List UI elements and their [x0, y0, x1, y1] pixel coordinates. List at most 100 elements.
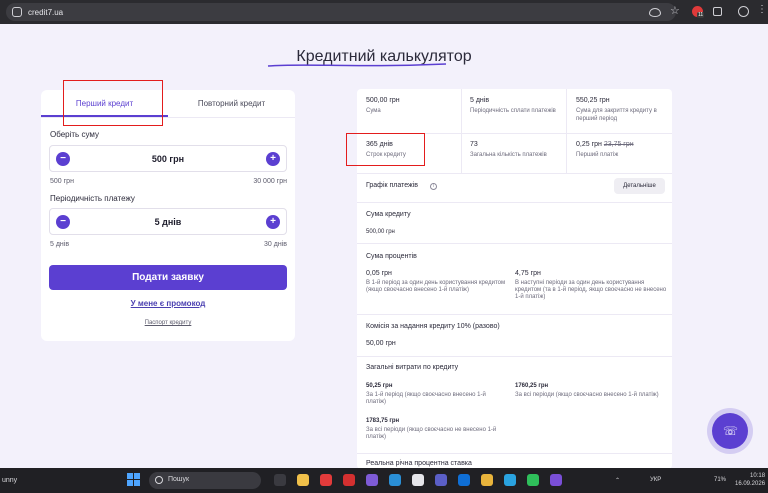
- highlight-box: [63, 80, 163, 126]
- interest-title: Сума процентів: [366, 253, 417, 260]
- clock-date: 16.09.2026: [735, 481, 766, 487]
- amount-value: 500 грн: [151, 154, 185, 164]
- eye-off-icon[interactable]: [649, 8, 661, 17]
- summary-cell-amount: 500,00 грн Сума: [366, 97, 458, 115]
- keyboard-language[interactable]: УКР: [650, 477, 661, 483]
- total-n3: За всі періоди (якщо своєчасно не внесен…: [366, 427, 497, 440]
- phone-icon: ☏: [723, 424, 739, 438]
- interest-first-value: 0,05 грн: [366, 270, 392, 277]
- credit-amount-title: Сума кредиту: [366, 211, 411, 218]
- profile-icon[interactable]: [738, 6, 749, 17]
- url-text: credit7.ua: [28, 7, 64, 17]
- summary-cell-closing-amount: 550,25 грн Сума для закриття кредиту в п…: [576, 97, 669, 123]
- section-divider: [357, 453, 672, 454]
- summary-label: Сума для закриття кредиту в перший періо…: [576, 108, 657, 122]
- apr-title: Реальна річна процентна ставка: [366, 460, 472, 467]
- amount-increase-button[interactable]: +: [266, 152, 280, 166]
- chrome-icon[interactable]: [481, 474, 493, 486]
- summary-value: 500,00 грн: [366, 97, 400, 104]
- period-max: 30 днів: [264, 241, 287, 248]
- submit-application-button[interactable]: Подати заявку: [49, 265, 287, 290]
- search-placeholder: Пошук: [168, 476, 190, 483]
- summary-cell-payments-count: 73 Загальна кількість платежів: [470, 141, 562, 159]
- amount-min: 500 грн: [50, 178, 74, 185]
- telegram-icon[interactable]: [504, 474, 516, 486]
- teams-icon[interactable]: [435, 474, 447, 486]
- star-icon[interactable]: ☆: [670, 4, 682, 17]
- section-divider: [357, 202, 672, 203]
- old-value: 23,75 грн: [603, 141, 634, 148]
- viber-icon[interactable]: [550, 474, 562, 486]
- period-stepper[interactable]: − 5 днів +: [49, 208, 287, 235]
- summary-label: Перший платіж: [576, 152, 619, 158]
- summary-divider: [566, 89, 567, 173]
- summary-label: Сума: [366, 108, 381, 114]
- section-divider: [357, 314, 672, 315]
- amount-label: Оберіть суму: [50, 130, 99, 139]
- summary-label: Загальна кількість платежів: [470, 152, 547, 158]
- interest-first-note: В 1-й період за один день користування к…: [366, 280, 506, 293]
- info-icon[interactable]: i: [430, 183, 437, 190]
- period-min: 5 днів: [50, 241, 70, 248]
- summary-cell-periodicity: 5 днів Періодичність сплати платежів: [470, 97, 562, 115]
- site-settings-icon[interactable]: [12, 7, 22, 17]
- edge-icon[interactable]: [389, 474, 401, 486]
- total-v1: 50,25 грн: [366, 383, 393, 389]
- summary-divider: [357, 173, 672, 174]
- task-view-icon[interactable]: [274, 474, 286, 486]
- weather-text: unny: [2, 477, 18, 484]
- extensions-puzzle-icon[interactable]: [713, 7, 722, 16]
- summary-value: 73: [470, 141, 478, 148]
- summary-value: 0,25 грн: [576, 141, 602, 148]
- clock-time: 10:18: [750, 473, 766, 479]
- period-label: Періодичність платежу: [50, 194, 135, 203]
- store-icon[interactable]: [412, 474, 424, 486]
- summary-label: Періодичність сплати платежів: [470, 108, 556, 114]
- amount-max: 30 000 грн: [253, 178, 287, 185]
- address-bar[interactable]: credit7.ua: [6, 3, 676, 21]
- taskbar-clock[interactable]: 10:18 16.09.2026: [735, 472, 765, 488]
- commission-title: Комісія за надання кредиту 10% (разово): [366, 323, 500, 330]
- app-icon[interactable]: [366, 474, 378, 486]
- period-increase-button[interactable]: +: [266, 215, 280, 229]
- schedule-title: Графік платежів: [366, 182, 419, 189]
- summary-divider: [461, 89, 462, 173]
- highlight-box: [346, 133, 425, 166]
- windows-taskbar: unny Пошук ⌃ УКР 71% 10:18 16.09.2026: [0, 468, 768, 493]
- period-value: 5 днів: [154, 217, 182, 227]
- total-v2: 1760,25 грн: [515, 383, 549, 389]
- taskbar-search[interactable]: Пошук: [149, 472, 261, 489]
- title-underline-decoration: [267, 63, 447, 67]
- promo-code-link[interactable]: У мене є промокод: [41, 299, 295, 308]
- interest-second-value: 4,75 грн: [515, 270, 541, 277]
- extension-badge: 11: [697, 12, 705, 18]
- total-n2: За всі періоди (якщо своєчасно внесено 1…: [515, 392, 659, 398]
- call-button[interactable]: ☏: [712, 413, 748, 449]
- total-costs-title: Загальні витрати по кредиту: [366, 364, 459, 371]
- dropbox-icon[interactable]: [458, 474, 470, 486]
- windows-start-icon[interactable]: [127, 473, 141, 487]
- total-n1: За 1-й період (якщо своєчасно внесено 1-…: [366, 392, 486, 405]
- interest-second-note: В наступні періоди за один день користув…: [515, 280, 667, 300]
- search-icon: [155, 476, 163, 484]
- tab-repeat-credit[interactable]: Повторний кредит: [168, 90, 295, 117]
- summary-value: 550,25 грн: [576, 97, 610, 104]
- details-button[interactable]: Детальніше: [614, 178, 665, 194]
- summary-cell-first-payment: 0,25 грн 23,75 грн Перший платіж: [576, 141, 669, 159]
- kebab-menu-icon[interactable]: ⋮: [757, 4, 767, 16]
- browser-toolbar: credit7.ua ☆ 11 ⋮: [0, 0, 768, 24]
- app-l-icon[interactable]: [343, 474, 355, 486]
- commission-value: 50,00 грн: [366, 340, 396, 347]
- opera-icon[interactable]: [320, 474, 332, 486]
- app-green-icon[interactable]: [527, 474, 539, 486]
- credit-passport-link[interactable]: Паспорт кредиту: [41, 320, 295, 326]
- credit-amount-value: 500,00 грн: [366, 229, 395, 235]
- total-v3: 1783,75 грн: [366, 418, 400, 424]
- amount-stepper[interactable]: − 500 грн +: [49, 145, 287, 172]
- section-divider: [357, 243, 672, 244]
- summary-value: 5 днів: [470, 97, 490, 104]
- file-explorer-icon[interactable]: [297, 474, 309, 486]
- tray-chevron-icon[interactable]: ⌃: [615, 477, 620, 484]
- battery-percent: 71%: [714, 477, 727, 483]
- section-divider: [357, 356, 672, 357]
